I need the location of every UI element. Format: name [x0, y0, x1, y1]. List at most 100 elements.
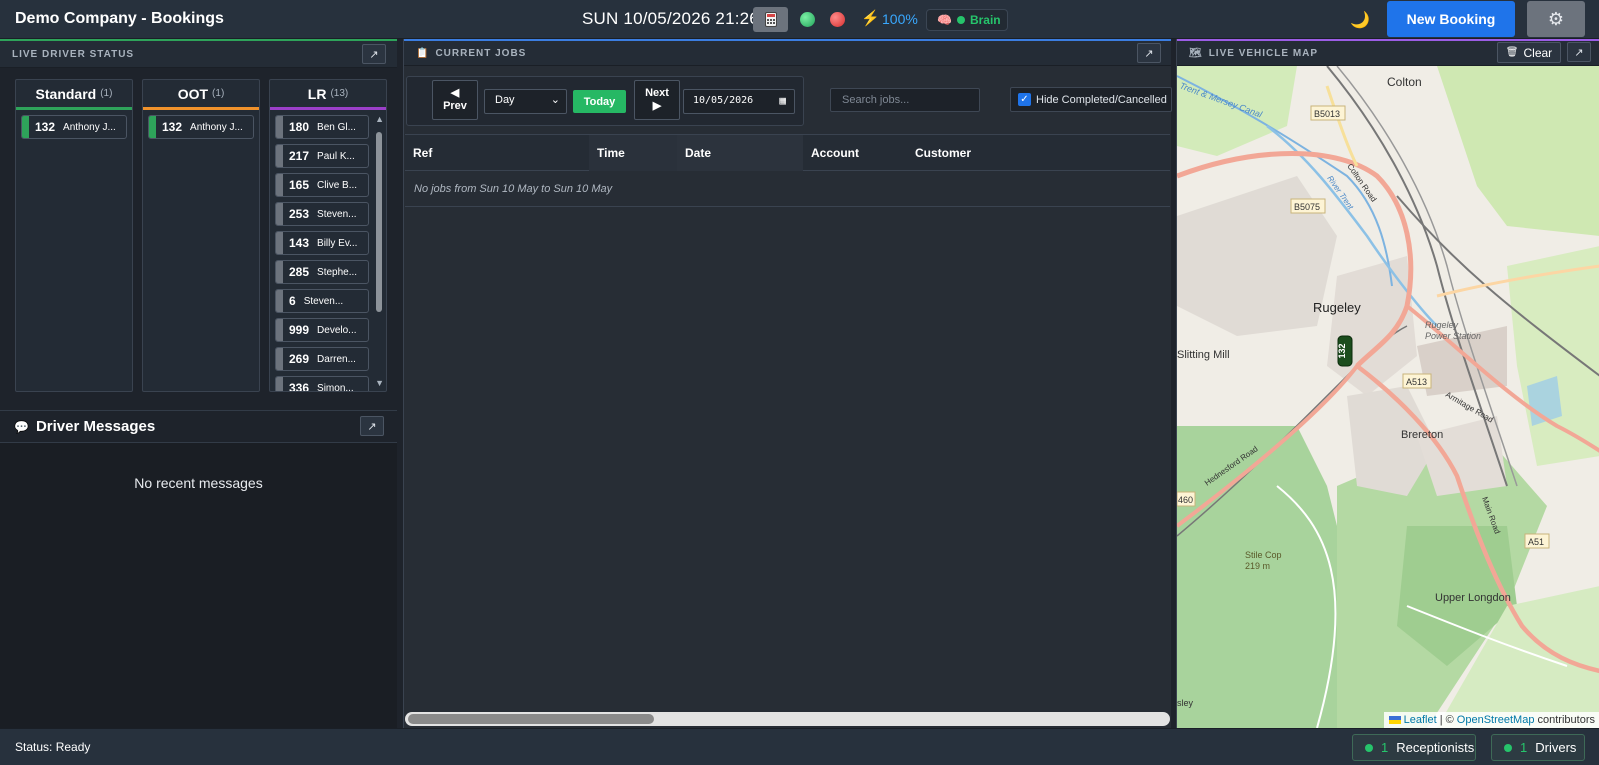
- receptionists-online-badge[interactable]: 1 Receptionists: [1352, 734, 1476, 761]
- map-attribution: Leaflet | © OpenStreetMap contributors: [1383, 712, 1599, 728]
- brain-label: Brain: [969, 13, 1001, 27]
- driver-list-scrollbar[interactable]: [376, 132, 382, 312]
- column-header-customer[interactable]: Customer: [907, 135, 1107, 171]
- view-mode-value: Day: [495, 94, 515, 106]
- top-bar: Demo Company - Bookings SUN 10/05/2026 2…: [0, 0, 1599, 39]
- date-input[interactable]: 10/05/2026 ▦: [683, 89, 795, 114]
- prev-arrow-icon: ◀: [450, 87, 460, 99]
- new-booking-button[interactable]: New Booking: [1387, 1, 1515, 37]
- prev-button[interactable]: ◀ Prev: [432, 80, 478, 120]
- openstreetmap-link[interactable]: OpenStreetMap: [1457, 714, 1535, 726]
- driver-name: Clive B...: [317, 179, 358, 191]
- scroll-down-arrow-icon[interactable]: ▼: [375, 378, 384, 388]
- map-label-brereton: Brereton: [1401, 429, 1443, 441]
- alert-status-red-icon: [830, 12, 845, 27]
- driver-card[interactable]: 143 Billy Ev...: [275, 231, 369, 255]
- column-header-time[interactable]: Time: [589, 135, 677, 171]
- dark-mode-moon-icon[interactable]: 🌙: [1350, 10, 1370, 30]
- map-label-colton: Colton: [1387, 75, 1422, 89]
- prev-label: Prev: [443, 100, 467, 112]
- driver-name: Ben Gl...: [317, 121, 356, 133]
- today-button[interactable]: Today: [573, 90, 626, 113]
- leaflet-link[interactable]: Leaflet: [1404, 714, 1437, 726]
- driver-card[interactable]: 336 Simon...: [275, 376, 369, 392]
- driver-card[interactable]: 180 Ben Gl...: [275, 115, 369, 139]
- driver-number: 285: [289, 265, 310, 279]
- map-icon: 🗺: [1189, 47, 1203, 59]
- driver-status-bar: [276, 116, 283, 138]
- map-expand-button[interactable]: ↗: [1567, 42, 1591, 62]
- hide-completed-toggle[interactable]: ✓ Hide Completed/Cancelled: [1010, 87, 1172, 112]
- view-mode-select[interactable]: Day ⌄: [484, 89, 567, 114]
- driver-card[interactable]: 285 Stephe...: [275, 260, 369, 284]
- calculator-button[interactable]: [753, 7, 788, 32]
- driver-card[interactable]: 217 Paul K...: [275, 144, 369, 168]
- jobs-horizontal-scrollbar[interactable]: [405, 712, 1170, 726]
- driver-card[interactable]: 6 Steven...: [275, 289, 369, 313]
- settings-button[interactable]: ⚙: [1527, 1, 1585, 37]
- driver-status-bar: [276, 319, 283, 341]
- speech-bubble-icon: 💬: [14, 419, 29, 434]
- driver-card[interactable]: 165 Clive B...: [275, 173, 369, 197]
- column-header-ref[interactable]: Ref: [405, 135, 589, 171]
- app-title: Demo Company - Bookings: [15, 10, 224, 27]
- driver-card[interactable]: 269 Darren...: [275, 347, 369, 371]
- driver-status-bar: [276, 377, 283, 391]
- no-jobs-message: No jobs from Sun 10 May to Sun 10 May: [405, 172, 1170, 207]
- brain-status-badge[interactable]: 🧠 Brain: [926, 9, 1008, 31]
- clear-map-button[interactable]: 🗑 Clear: [1497, 42, 1561, 63]
- road-shield-a51: A51: [1528, 537, 1544, 547]
- clipboard-icon: 📋: [416, 47, 430, 59]
- attribution-separator: | ©: [1439, 714, 1454, 726]
- driver-number: 165: [289, 178, 310, 192]
- receptionists-label: Receptionists: [1396, 740, 1475, 755]
- scrollbar-thumb[interactable]: [408, 714, 654, 724]
- column-count: (1): [212, 88, 225, 99]
- driver-card[interactable]: 132 Anthony J...: [21, 115, 127, 139]
- driver-messages-title: Driver Messages: [35, 418, 156, 435]
- driver-name: Simon...: [317, 382, 354, 392]
- driver-status-bar: [276, 261, 283, 283]
- driver-column-header: Standard (1): [16, 80, 132, 110]
- driver-column-oot: OOT (1) 132 Anthony J...: [142, 79, 260, 392]
- calculator-icon: [764, 12, 777, 27]
- calendar-icon[interactable]: ▦: [779, 94, 786, 107]
- map-label-upper-longdon: Upper Longdon: [1435, 592, 1511, 604]
- connection-status-green-icon: [800, 12, 815, 27]
- driver-messages-expand-button[interactable]: ↗: [360, 416, 384, 436]
- next-button[interactable]: Next ▶: [634, 80, 680, 120]
- driver-name: Develo...: [317, 324, 357, 336]
- driver-card[interactable]: 999 Develo...: [275, 318, 369, 342]
- driver-name: Anthony J...: [190, 121, 243, 133]
- map-label-slitting-mill: Slitting Mill: [1177, 349, 1230, 361]
- checkbox-checked-icon[interactable]: ✓: [1018, 93, 1031, 106]
- column-header-date[interactable]: Date: [677, 135, 803, 171]
- driver-name: Darren...: [317, 353, 356, 365]
- drivers-online-badge[interactable]: 1 Drivers: [1491, 734, 1585, 761]
- trash-icon: 🗑: [1505, 47, 1519, 58]
- current-jobs-expand-button[interactable]: ↗: [1137, 43, 1161, 63]
- jobs-table-header: Ref Time Date Account Customer: [405, 134, 1170, 171]
- driver-messages-header: 💬 Driver Messages: [0, 411, 397, 443]
- driver-number: 132: [35, 120, 56, 134]
- no-messages-text: No recent messages: [134, 475, 263, 491]
- current-jobs-panel: 📋 CURRENT JOBS ↗ ◀ Prev Day ⌄ Today Next…: [403, 39, 1172, 728]
- scroll-up-arrow-icon[interactable]: ▲: [375, 114, 384, 124]
- driver-name: Stephe...: [317, 266, 358, 278]
- clock-display: SUN 10/05/2026 21:26: [582, 9, 759, 28]
- left-column: LIVE DRIVER STATUS ↗ Standard (1) 132 Ant…: [0, 39, 397, 728]
- ukraine-flag-icon: [1388, 716, 1401, 725]
- driver-list: 180 Ben Gl... 217 Paul K... 165 Clive B... …: [270, 115, 374, 392]
- search-jobs-input[interactable]: Search jobs...: [830, 88, 980, 112]
- road-shield-b5013: B5013: [1314, 109, 1340, 119]
- driver-status-expand-button[interactable]: ↗: [362, 44, 386, 64]
- expand-icon: ↗: [1574, 46, 1584, 59]
- driver-status-bar: [149, 116, 156, 138]
- column-header-account[interactable]: Account: [803, 135, 907, 171]
- driver-card[interactable]: 253 Steven...: [275, 202, 369, 226]
- map-canvas[interactable]: 132 Colton Rugeley Slitting Mill Brereto…: [1177, 66, 1599, 728]
- driver-card[interactable]: 132 Anthony J...: [148, 115, 254, 139]
- map-label-edge: sley: [1177, 698, 1194, 708]
- driver-number: 180: [289, 120, 310, 134]
- drivers-label: Drivers: [1535, 740, 1577, 755]
